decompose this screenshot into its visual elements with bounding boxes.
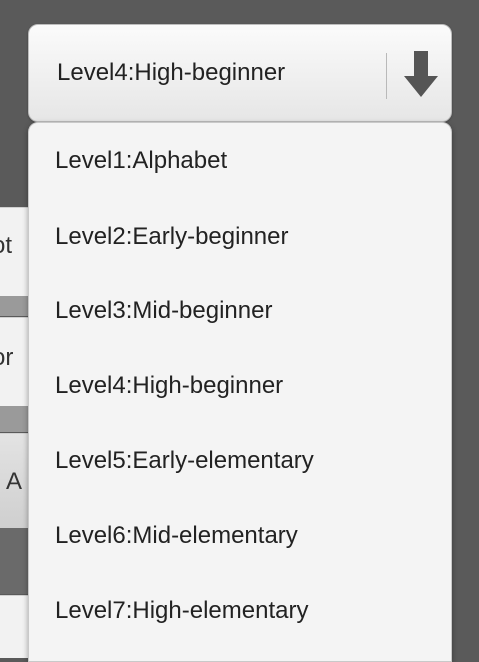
option-level7[interactable]: Level7:High-elementary	[55, 591, 308, 631]
level-select-value: Level4:High-beginner	[57, 59, 286, 86]
option-level4[interactable]: Level4:High-beginner	[55, 366, 283, 406]
level-dropdown-list: Level1:Alphabet Level2:Early-beginner Le…	[28, 122, 452, 662]
option-level1[interactable]: Level1:Alphabet	[55, 141, 227, 181]
level-select[interactable]: Level4:High-beginner	[28, 24, 452, 122]
background-text-fragment: ot	[0, 232, 13, 259]
option-level2[interactable]: Level2:Early-beginner	[55, 217, 288, 257]
background-text-fragment: A	[6, 468, 23, 495]
select-divider	[386, 53, 387, 99]
option-level5[interactable]: Level5:Early-elementary	[55, 441, 314, 481]
background-text-fragment: or	[0, 344, 14, 371]
option-level3[interactable]: Level3:Mid-beginner	[55, 291, 272, 331]
option-level6[interactable]: Level6:Mid-elementary	[55, 516, 298, 556]
arrow-down-icon[interactable]	[391, 45, 451, 105]
